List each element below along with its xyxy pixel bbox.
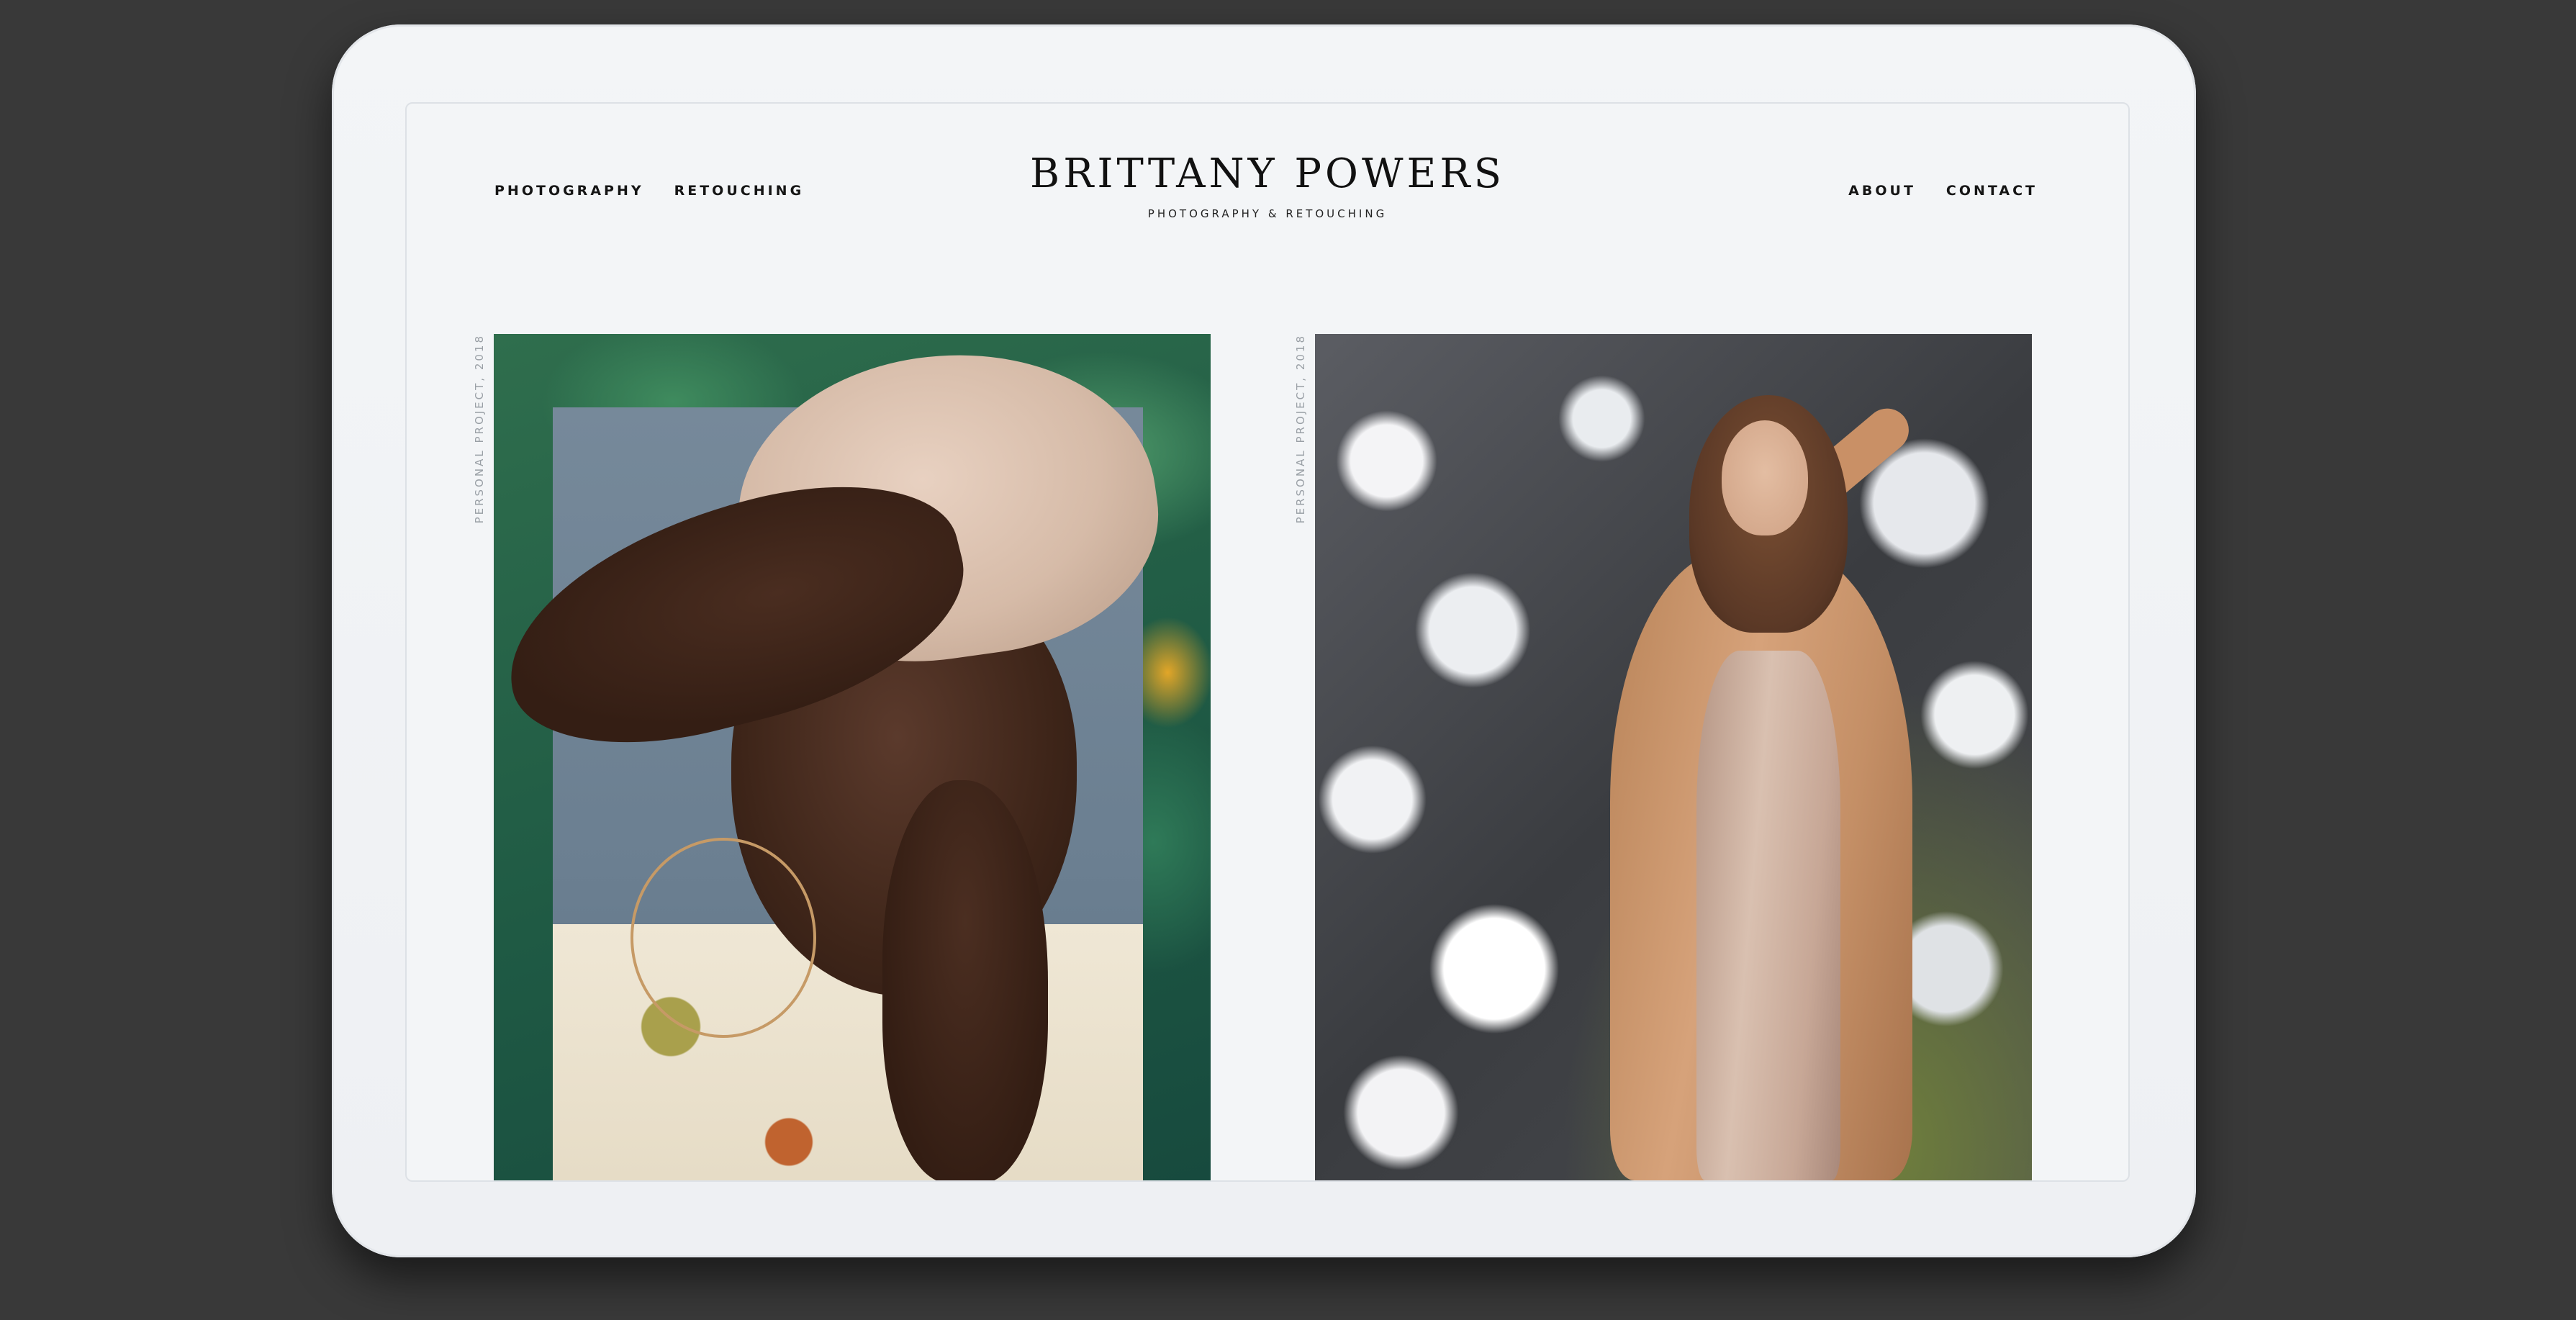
gallery-photo-portrait-turban[interactable] bbox=[494, 334, 1211, 1180]
photo-caption: PERSONAL PROJECT, 2018 bbox=[473, 334, 486, 524]
nav-link-contact[interactable]: CONTACT bbox=[1946, 183, 2038, 199]
photo-earring bbox=[631, 838, 816, 1038]
photo-hand bbox=[882, 780, 1048, 1180]
photo-dress bbox=[1696, 651, 1840, 1180]
photo-caption: PERSONAL PROJECT, 2018 bbox=[1294, 334, 1307, 524]
photo-face bbox=[1722, 420, 1808, 535]
nav-link-about[interactable]: ABOUT bbox=[1848, 183, 1916, 199]
logo-subtitle: PHOTOGRAPHY & RETOUCHING bbox=[1147, 207, 1388, 220]
website-screen: PHOTOGRAPHY RETOUCHING BRITTANY POWERS P… bbox=[405, 102, 2130, 1182]
gallery-photo-magnolia-portrait[interactable] bbox=[1315, 334, 2032, 1180]
primary-nav-right: ABOUT CONTACT bbox=[1848, 183, 2038, 199]
